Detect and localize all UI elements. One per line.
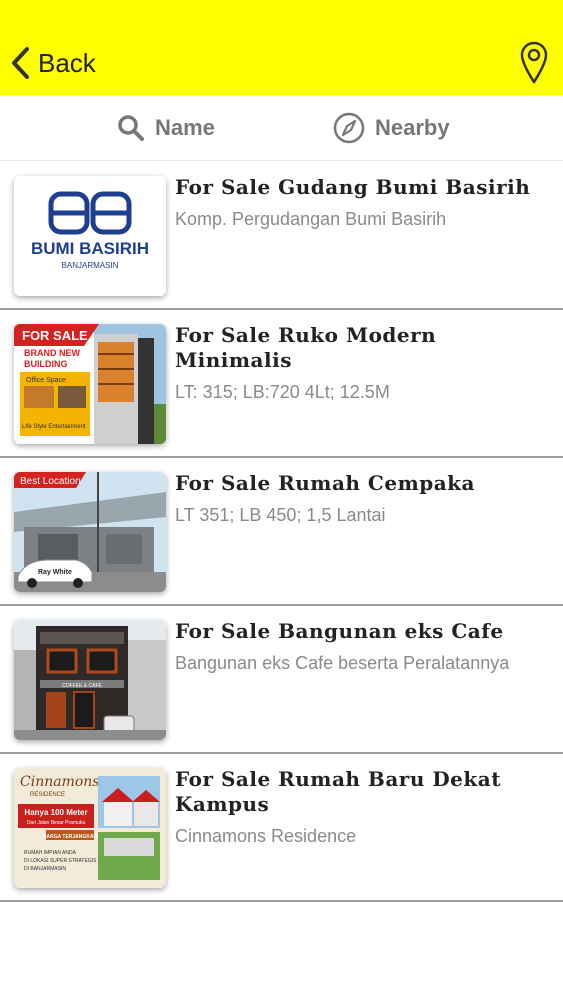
listing-subtitle: Cinnamons Residence	[175, 826, 357, 846]
listing-subtitle: Bangunan eks Cafe beserta Peralatannya	[175, 653, 510, 673]
back-label: Back	[38, 47, 96, 78]
thumb-car-text: Ray White	[38, 569, 72, 576]
search-icon	[118, 115, 144, 141]
thumb-price: HARGA TERJANGKAU	[43, 834, 98, 840]
compass-icon	[333, 112, 365, 144]
thumb-tag2: Life Style Entertainment	[22, 424, 86, 430]
listing-subtitle: Komp. Pergudangan Bumi Basirih	[175, 209, 447, 229]
listing-thumbnail: Cinnamons RESIDENCE Hanya 100 Meter Dari…	[14, 768, 166, 888]
thumb-brand: Cinnamons	[20, 774, 99, 790]
listing-subtitle: LT: 315; LB:720 4Lt; 12.5M	[175, 382, 390, 402]
thumb-banner: Best Location	[20, 476, 81, 487]
location-button[interactable]	[519, 40, 549, 84]
thumb-sign: COFFEE & CAFE	[62, 683, 102, 689]
thumb-logo-sub: BANJARMASIN	[62, 261, 119, 270]
thumb-quote2: DI LOKASI SUPER STRATEGIS	[24, 858, 97, 864]
chevron-left-icon	[12, 47, 29, 79]
thumb-line1: BRAND NEW	[24, 348, 81, 358]
search-mode-tabs: Name Nearby	[0, 95, 563, 161]
thumb-brand-sub: RESIDENCE	[30, 792, 65, 798]
listing-title: For Sale Gudang Bumi Basirih	[175, 175, 531, 199]
listing-thumbnail: COFFEE & CAFE	[14, 620, 166, 740]
listing-thumbnail: FOR SALE BRAND NEW BUILDING Office Space…	[14, 324, 166, 444]
list-item[interactable]: BUMI BASIRIH BANJARMASIN For Sale Gudang…	[0, 162, 563, 310]
top-bar: Back	[0, 0, 563, 95]
list-item[interactable]: Ray White Best Location For Sale Rumah C…	[0, 458, 563, 606]
list-item[interactable]: Cinnamons RESIDENCE Hanya 100 Meter Dari…	[0, 754, 563, 902]
thumb-quote1: RUMAH IMPIAN ANDA	[24, 850, 77, 856]
thumb-line2: Dari Jalan Besar Pramuka	[27, 820, 86, 826]
listing-title: For Sale Ruko Modern Minimalis	[175, 323, 437, 372]
tab-name[interactable]: Name	[117, 113, 215, 143]
listing-title: For Sale Rumah Baru Dekat Kampus	[175, 767, 501, 816]
thumb-tag1: Office Space	[26, 377, 66, 384]
listing-thumbnail: Ray White Best Location	[14, 472, 166, 592]
tab-name-label: Name	[155, 115, 215, 140]
listing-subtitle: LT 351; LB 450; 1,5 Lantai	[175, 505, 386, 525]
thumb-line1: Hanya 100 Meter	[24, 808, 87, 817]
list-item[interactable]: COFFEE & CAFE For Sale Bangunan eks Cafe…	[0, 606, 563, 754]
tab-nearby[interactable]: Nearby	[333, 112, 450, 144]
list-item[interactable]: FOR SALE BRAND NEW BUILDING Office Space…	[0, 310, 563, 458]
listing-list: BUMI BASIRIH BANJARMASIN For Sale Gudang…	[0, 162, 563, 902]
map-pin-icon	[520, 41, 548, 84]
tab-nearby-label: Nearby	[375, 115, 450, 140]
thumb-banner: FOR SALE	[22, 328, 88, 343]
thumb-quote3: DI BANJARMASIN	[24, 866, 66, 872]
listing-title: For Sale Rumah Cempaka	[175, 471, 475, 495]
listing-thumbnail: BUMI BASIRIH BANJARMASIN	[14, 176, 166, 296]
thumb-line2: BUILDING	[24, 359, 68, 369]
listing-title: For Sale Bangunan eks Cafe	[175, 619, 504, 643]
thumb-logo-text: BUMI BASIRIH	[31, 239, 149, 258]
back-button[interactable]: Back	[10, 44, 96, 82]
